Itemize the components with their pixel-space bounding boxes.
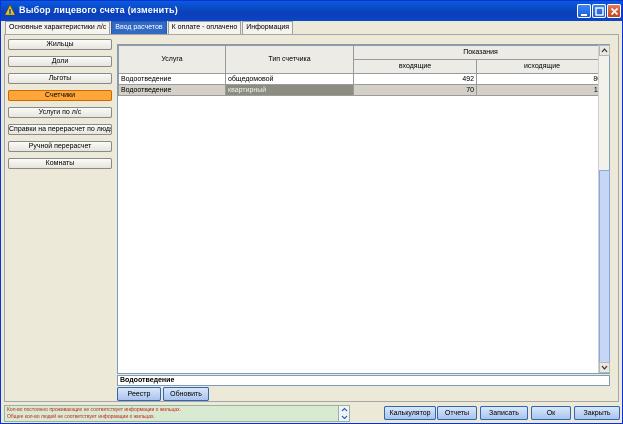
tab-information[interactable]: Информация [242, 21, 294, 34]
window: Выбор лицевого счета (изменить) Основные… [0, 0, 623, 424]
tab-input-calculations[interactable]: Ввод расчетов [111, 21, 167, 34]
cell-meter-type[interactable]: общедомовой [225, 73, 354, 85]
minimize-button[interactable] [577, 4, 591, 18]
close-icon [610, 7, 619, 16]
ok-button[interactable]: Ок [531, 406, 571, 420]
chevron-down-icon [601, 365, 608, 370]
status-messages: Кол-во постоянно проживающих не соответс… [4, 405, 350, 422]
maximize-icon [595, 7, 604, 16]
scroll-thumb[interactable] [599, 170, 610, 366]
grid-vertical-scrollbar[interactable] [598, 45, 610, 373]
reports-button[interactable]: Отчеты [437, 406, 477, 420]
cell-incoming[interactable]: 70 [353, 84, 477, 96]
column-header-readings: Показания [353, 45, 608, 60]
close-window-button[interactable] [607, 4, 621, 18]
cell-meter-type-current[interactable]: квартирный [225, 84, 354, 96]
minimize-icon [581, 14, 587, 16]
meters-grid: Услуга Тип счетчика Показания входящие и… [117, 44, 610, 374]
column-header-service[interactable]: Услуга [118, 45, 226, 74]
tab-strip: Основные характеристики л/с Ввод расчето… [5, 21, 294, 34]
cell-service[interactable]: Водоотведение [118, 84, 226, 96]
tab-to-pay-paid[interactable]: К оплате - оплачено [167, 21, 242, 34]
sidebar-item-account-services[interactable]: Услуги по л/с [8, 107, 112, 118]
sidebar-item-meters[interactable]: Счетчики [8, 90, 112, 101]
column-header-incoming[interactable]: входящие [353, 59, 477, 74]
tab-main-characteristics[interactable]: Основные характеристики л/с [5, 21, 111, 34]
close-button[interactable]: Закрыть [574, 406, 620, 420]
tab-panel: Жильцы Доли Льготы Счетчики Услуги по л/… [4, 34, 619, 402]
window-title: Выбор лицевого счета (изменить) [19, 5, 178, 15]
column-header-outgoing[interactable]: исходящие [476, 59, 608, 74]
chevron-up-icon [601, 48, 608, 53]
sidebar-item-benefits[interactable]: Льготы [8, 73, 112, 84]
title-bar: Выбор лицевого счета (изменить) [1, 1, 622, 21]
calculator-button[interactable]: Калькулятор [384, 406, 436, 420]
cell-incoming[interactable]: 492 [353, 73, 477, 85]
sidebar-item-shares[interactable]: Доли [8, 56, 112, 67]
chevron-up-down-icon [341, 407, 348, 420]
scroll-up-button[interactable] [599, 45, 610, 56]
sidebar: Жильцы Доли Льготы Счетчики Услуги по л/… [8, 39, 116, 175]
refresh-button[interactable]: Обновить [163, 387, 209, 401]
sidebar-item-residents[interactable]: Жильцы [8, 39, 112, 50]
table-row[interactable]: Водоотведение общедомовой 492 800 [118, 73, 608, 85]
sidebar-item-manual-recalculation[interactable]: Ручной перерасчет [8, 141, 112, 152]
maximize-button[interactable] [592, 4, 606, 18]
sidebar-item-recalculation-certificates[interactable]: Справки на перерасчет по людям [8, 124, 112, 135]
column-header-meter-type[interactable]: Тип счетчика [225, 45, 354, 74]
status-message-1: Кол-во постоянно проживающих не соответс… [7, 407, 182, 413]
scroll-down-button[interactable] [599, 362, 610, 373]
cell-service[interactable]: Водоотведение [118, 73, 226, 85]
meters-table: Услуга Тип счетчика Показания входящие и… [118, 45, 608, 96]
app-icon [5, 5, 15, 15]
sidebar-item-rooms[interactable]: Комнаты [8, 158, 112, 169]
save-button[interactable]: Записать [480, 406, 528, 420]
status-message-2: Общее кол-во людей не соответствует инфо… [7, 414, 155, 420]
cell-outgoing[interactable]: 114 [476, 84, 608, 96]
selected-service-detail: Водоотведение [117, 375, 610, 386]
table-row-selected[interactable]: Водоотведение квартирный 70 114 [118, 84, 608, 96]
registry-button[interactable]: Реестр [117, 387, 161, 401]
status-scroll-spinner[interactable] [338, 406, 349, 421]
cell-outgoing[interactable]: 800 [476, 73, 608, 85]
